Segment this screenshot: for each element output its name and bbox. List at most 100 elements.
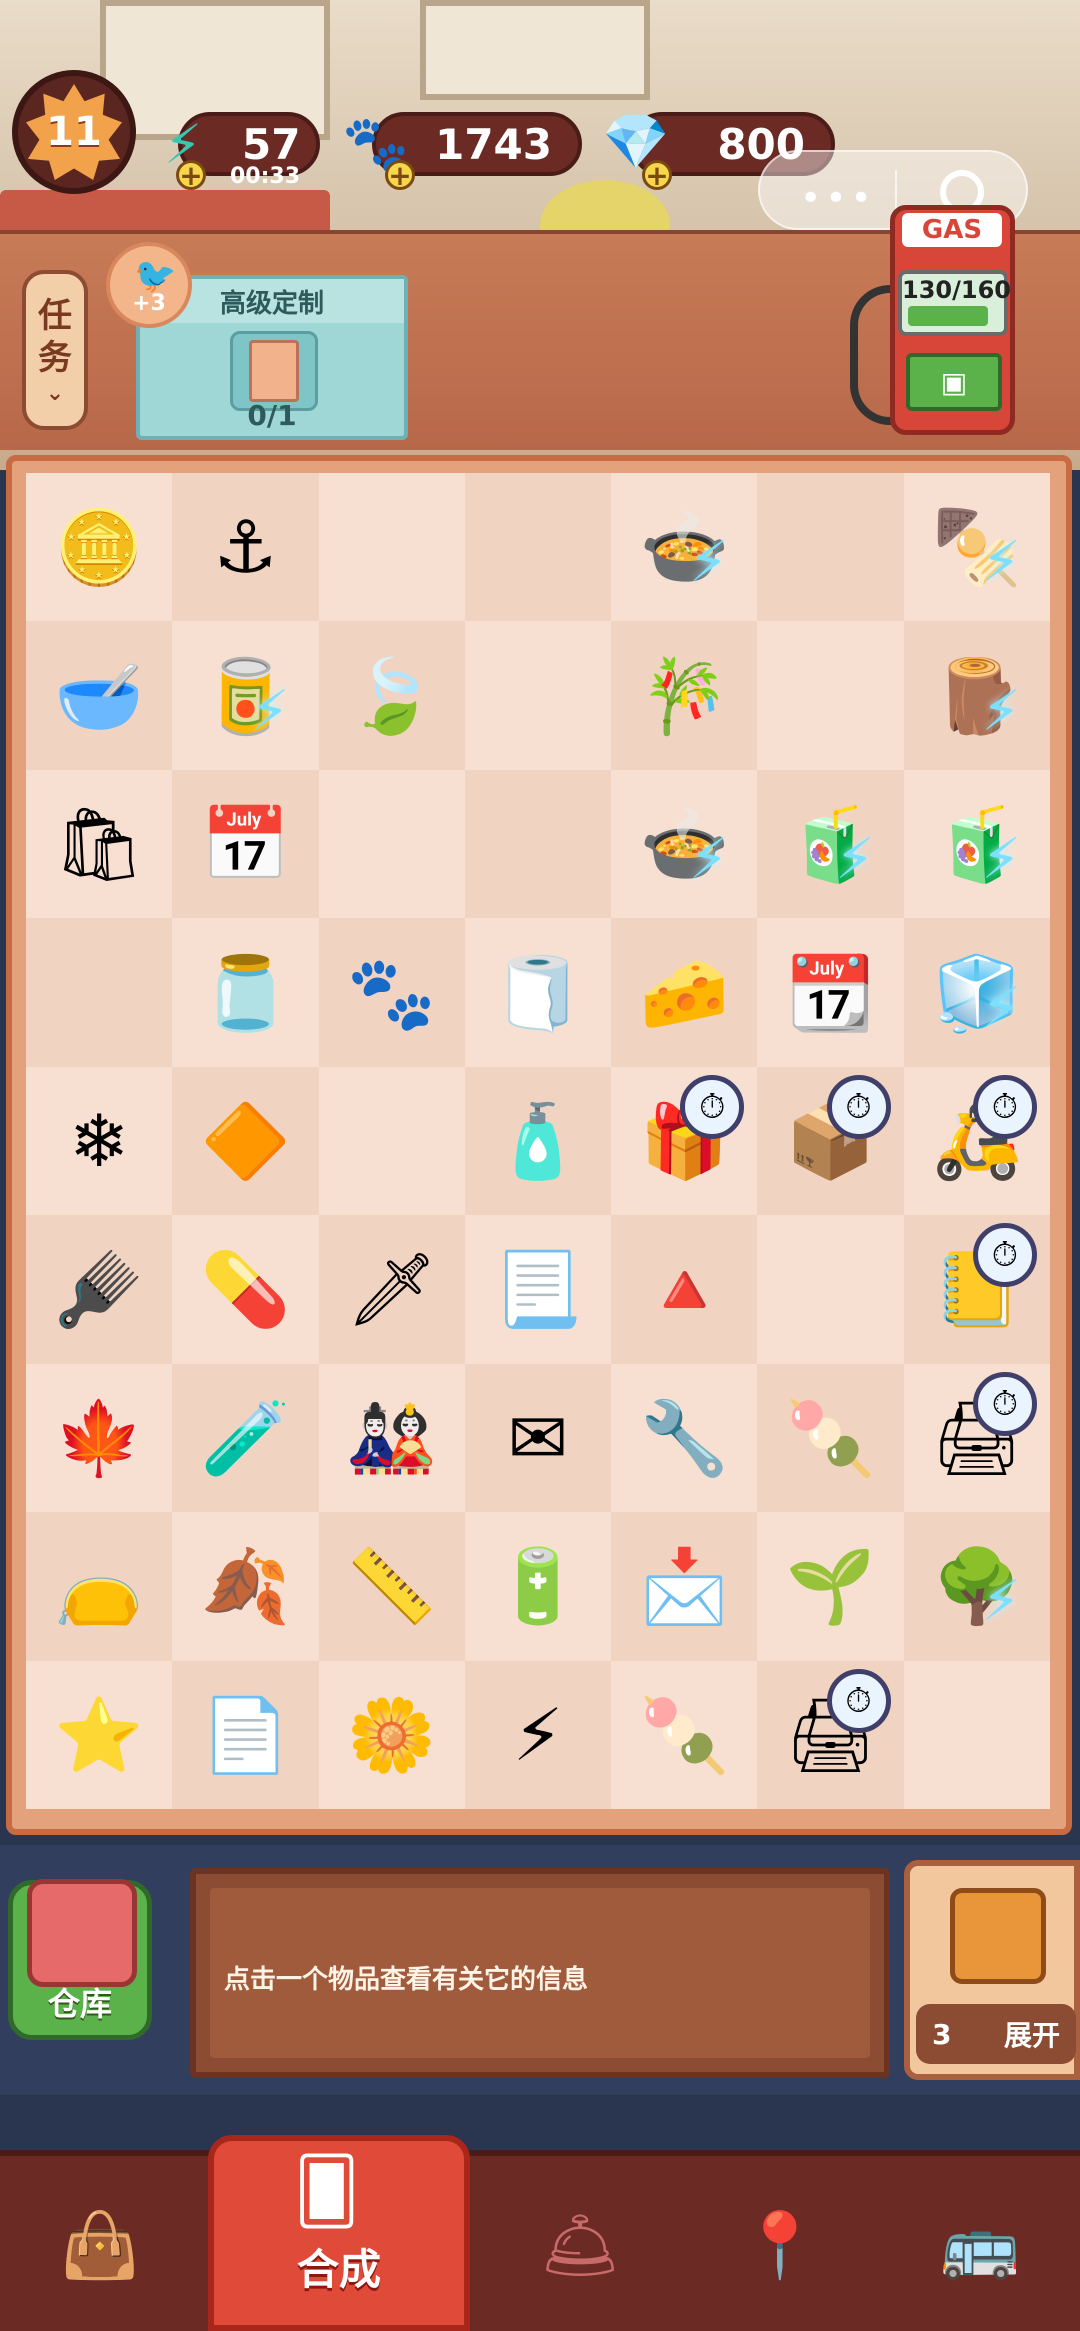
calendar-6-icon[interactable]: 📆 <box>779 941 883 1045</box>
hook-icon[interactable]: ⚓ <box>193 495 297 599</box>
board-cell[interactable]: 🌼 <box>318 1660 465 1809</box>
board-cell[interactable]: 📦 ⏱ <box>757 1066 904 1216</box>
board-cell[interactable]: 🍂 <box>172 1512 319 1661</box>
board-cell[interactable]: 🛍 <box>26 769 173 919</box>
bottles-icon[interactable]: 🧪 <box>193 1386 297 1490</box>
board-cell[interactable]: 🪮 <box>26 1215 173 1364</box>
gems-plus-icon[interactable]: + <box>642 159 672 192</box>
board-cell[interactable]: 🍢 ⚡ <box>903 473 1050 622</box>
snowflake-icon[interactable]: ❄ <box>47 1089 151 1193</box>
board-cell[interactable] <box>757 473 904 622</box>
sugarcane-bundle-icon[interactable]: 🪵 ⚡ <box>925 644 1029 748</box>
board-cell[interactable] <box>903 1660 1050 1809</box>
board-cell[interactable] <box>26 918 173 1067</box>
envelope-icon[interactable]: 📩 <box>632 1534 736 1638</box>
wrench-icon[interactable]: 🔧 <box>632 1386 736 1490</box>
calendar-3-icon[interactable]: 📅 <box>193 792 297 896</box>
board-cell[interactable]: 📅 <box>172 769 319 919</box>
teru-doll-icon[interactable]: 🎎 <box>340 1386 444 1490</box>
board-cell[interactable]: 🍲 ⚡ <box>611 473 758 622</box>
board-cell[interactable]: 🫙 <box>172 918 319 1067</box>
drinks-crate-icon[interactable]: 🧃 ⚡ <box>779 792 883 896</box>
board-cell[interactable]: 🧻 <box>464 918 612 1067</box>
skewer-cards-icon[interactable]: 🍡 <box>632 1683 736 1787</box>
board-cell[interactable]: 🍡 <box>757 1363 904 1513</box>
cheese-icon[interactable]: 🧀 <box>632 941 736 1045</box>
board-cell[interactable]: 🧃 ⚡ <box>903 769 1050 919</box>
sprout-icon[interactable]: 🌱 <box>779 1534 883 1638</box>
board-cell[interactable]: 🔋 <box>464 1512 612 1661</box>
board-cell[interactable]: 🧴 <box>464 1066 612 1216</box>
board-cell[interactable] <box>318 473 465 622</box>
expand-button[interactable]: 3 展开 <box>904 1860 1080 2080</box>
kunai-icon[interactable]: 🗡 <box>340 1237 444 1341</box>
maple-wreath-icon[interactable]: 🍁 <box>47 1386 151 1490</box>
nav-bus-icon[interactable]: 🚌 <box>880 2165 1080 2325</box>
task-tab[interactable]: 任 务 ⌄ <box>22 270 88 430</box>
board-cell[interactable] <box>464 473 612 622</box>
board-cell[interactable]: 🥣 <box>26 621 173 770</box>
board-cell[interactable] <box>318 769 465 919</box>
paper-stack-icon[interactable]: 📄 <box>193 1683 297 1787</box>
medicine-bottle-icon[interactable]: 💊 <box>193 1237 297 1341</box>
more-icon[interactable]: ••• <box>800 178 876 219</box>
board-cell[interactable]: 🪵 ⚡ <box>903 621 1050 770</box>
board-cell[interactable]: 🎋 <box>611 621 758 770</box>
board-cell[interactable]: ❄ <box>26 1066 173 1216</box>
nav-merge-tab[interactable]: 🂠 合成 <box>208 2135 470 2331</box>
skewer-card-icon[interactable]: 🍡 <box>779 1386 883 1490</box>
board-cell[interactable]: 🐾 <box>318 918 465 1067</box>
red-triangle-icon[interactable]: 🔺 <box>632 1237 736 1341</box>
player-level-badge[interactable]: 11 <box>12 70 136 194</box>
storage-button[interactable]: 仓库 <box>8 1879 152 2040</box>
board-cell[interactable]: 🍃 <box>318 621 465 770</box>
board-cell[interactable]: 📆 <box>757 918 904 1067</box>
red-jar-icon[interactable]: 🫙 <box>193 941 297 1045</box>
soup-bowl-icon[interactable]: 🥣 <box>47 644 151 748</box>
board-cell[interactable] <box>757 621 904 770</box>
sugar-can-icon[interactable]: 🥫 ⚡ <box>193 644 297 748</box>
display-fridge-icon[interactable]: 🧊 ⚡ <box>925 941 1029 1045</box>
skewer-hotpot-icon[interactable]: 🍲 ⚡ <box>632 792 736 896</box>
board-cell[interactable]: 🔺 <box>611 1215 758 1364</box>
board-cell[interactable]: 📃 <box>464 1215 612 1364</box>
board-cell[interactable]: ⚡ <box>464 1660 612 1809</box>
small-printer-icon[interactable]: 🖨 ⏱ <box>779 1668 891 1787</box>
board-cell[interactable]: ⭐ <box>26 1660 173 1809</box>
board-cell[interactable]: 🌱 <box>757 1512 904 1661</box>
hair-brush-icon[interactable]: 🪮 <box>47 1237 151 1341</box>
board-cell[interactable]: 🍲 ⚡ <box>611 769 758 919</box>
folded-cloth-icon[interactable]: 🧻 <box>486 941 590 1045</box>
power-disc-icon[interactable]: ⚡ <box>486 1683 590 1787</box>
star-icon[interactable]: ⭐ <box>47 1683 151 1787</box>
silver-ingots-icon[interactable]: 🪙 <box>47 495 151 599</box>
orange-gem-icon[interactable]: 🔶 <box>193 1089 297 1193</box>
board-cell[interactable]: 🎎 <box>318 1363 465 1513</box>
board-cell[interactable]: ⚓ <box>172 473 319 622</box>
board-cell[interactable]: 📏 <box>318 1512 465 1661</box>
gas-pump[interactable]: GAS 130/160 ▣ <box>850 205 1020 435</box>
printer-icon[interactable]: 🖨 ⏱ <box>925 1371 1037 1490</box>
envelope-open-icon[interactable]: ✉ <box>486 1386 590 1490</box>
board-cell[interactable] <box>464 769 612 919</box>
ink-bottle-icon[interactable]: 🧴 <box>486 1089 590 1193</box>
board-cell[interactable] <box>757 1215 904 1364</box>
board-cell[interactable]: 🎁 ⏱ <box>611 1066 758 1216</box>
board-cell[interactable]: 📒 ⏱ <box>903 1215 1050 1364</box>
board-cell[interactable]: 👝 <box>26 1512 173 1661</box>
board-cell[interactable]: 📩 <box>611 1512 758 1661</box>
ruler-icon[interactable]: 📏 <box>340 1534 444 1638</box>
board-cell[interactable]: 🪙 <box>26 473 173 622</box>
nav-map-pin-icon[interactable]: 📍 <box>680 2165 880 2325</box>
board-cell[interactable]: 🔧 <box>611 1363 758 1513</box>
board-cell[interactable]: ✉ <box>464 1363 612 1513</box>
board-cell[interactable] <box>464 621 612 770</box>
nav-shop-bag-icon[interactable]: 👜 <box>0 2165 200 2325</box>
board-cell[interactable] <box>318 1066 465 1216</box>
notepad-icon[interactable]: 📒 ⏱ <box>925 1223 1037 1341</box>
board-cell[interactable]: 🛵 ⏱ <box>903 1066 1050 1216</box>
board-cell[interactable]: 🍁 <box>26 1363 173 1513</box>
hotpot-bowl-icon[interactable]: 🍲 ⚡ <box>632 495 736 599</box>
bonsai-tree-icon[interactable]: 🌳 ⚡ <box>925 1534 1029 1638</box>
cut-sugarcane-icon[interactable]: 🎋 <box>632 644 736 748</box>
